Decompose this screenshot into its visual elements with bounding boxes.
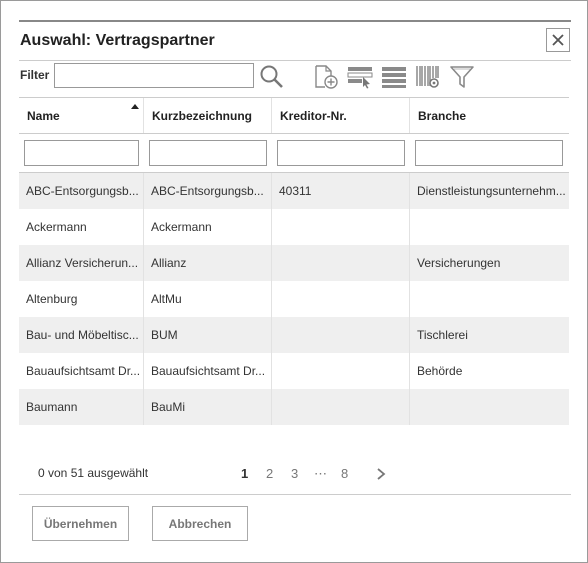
cell-kreditor-nr <box>272 281 410 317</box>
filter-icon <box>450 66 474 88</box>
search-icon <box>260 65 283 88</box>
column-filter-row <box>19 134 569 173</box>
chevron-right-icon <box>377 468 386 480</box>
filter-button[interactable] <box>448 63 476 91</box>
column-header-kreditor-nr[interactable]: Kreditor-Nr. <box>272 98 410 133</box>
dialog-title: Auswahl: Vertragspartner <box>20 32 215 49</box>
selection-status: 0 von 51 ausgewählt <box>38 466 149 480</box>
filter-input[interactable] <box>54 63 254 88</box>
cell-name: Altenburg <box>19 281 144 317</box>
column-filter-name[interactable] <box>24 140 139 166</box>
page-ellipsis[interactable]: ⋯ <box>314 466 327 482</box>
cell-branche: Versicherungen <box>417 256 501 270</box>
cell-name: Allianz Versicherun... <box>19 245 144 281</box>
column-filter-cell <box>410 140 569 166</box>
column-filter-kurzbezeichnung[interactable] <box>149 140 267 166</box>
page-link-8[interactable]: 8 <box>341 466 348 481</box>
cell-kreditor-nr <box>272 245 410 281</box>
cell-branche: Dienstleistungsunternehm... <box>417 184 566 198</box>
table-row[interactable]: Bauaufsichtsamt Dr... Bauaufsichtsamt Dr… <box>19 353 569 389</box>
close-button[interactable] <box>546 28 570 52</box>
page-link-2[interactable]: 2 <box>266 466 273 481</box>
column-filter-cell <box>19 140 144 166</box>
list-view-icon <box>382 67 406 88</box>
cell-branche: Tischlerei <box>417 328 468 342</box>
add-document-icon <box>315 65 338 89</box>
table-row[interactable]: Altenburg AltMu <box>19 281 569 317</box>
partner-table: Name Kurzbezeichnung Kreditor-Nr. Branch… <box>19 97 569 425</box>
cell-branche <box>410 389 569 425</box>
column-header-kurzbezeichnung[interactable]: Kurzbezeichnung <box>144 98 272 133</box>
cell-kreditor-nr: 40311 <box>272 173 410 209</box>
add-button[interactable] <box>311 63 341 91</box>
cell-branche: Behörde <box>417 364 463 378</box>
select-rows-button[interactable] <box>346 63 374 91</box>
cell-kurzbezeichnung: AltMu <box>144 281 272 317</box>
cell-branche <box>410 209 569 245</box>
table-row[interactable]: Allianz Versicherun... Allianz Versicher… <box>19 245 569 281</box>
cell-kreditor-nr <box>272 209 410 245</box>
list-view-button[interactable] <box>380 63 408 91</box>
filter-label: Filter <box>20 68 50 82</box>
select-rows-icon <box>347 67 373 89</box>
table-row[interactable]: Ackermann Ackermann <box>19 209 569 245</box>
cell-kreditor-nr <box>272 389 410 425</box>
column-filter-branche[interactable] <box>415 140 563 166</box>
cell-name: ABC-Entsorgungsb... <box>19 173 144 209</box>
cell-name: Bauaufsichtsamt Dr... <box>19 353 144 389</box>
cancel-button[interactable]: Abbrechen <box>152 506 248 541</box>
column-filter-cell <box>144 140 272 166</box>
cell-name: Ackermann <box>19 209 144 245</box>
cell-kurzbezeichnung: BauMi <box>144 389 272 425</box>
cell-kurzbezeichnung: BUM <box>144 317 272 353</box>
sort-ascending-icon <box>131 104 139 109</box>
column-settings-button[interactable] <box>414 63 442 91</box>
page-link-3[interactable]: 3 <box>291 466 298 481</box>
next-page-button[interactable] <box>375 467 387 486</box>
cell-kurzbezeichnung: ABC-Entsorgungsb... <box>144 173 272 209</box>
table-header: Name Kurzbezeichnung Kreditor-Nr. Branch… <box>19 97 569 134</box>
page-link-1[interactable]: 1 <box>241 466 248 481</box>
column-header-branche[interactable]: Branche <box>410 98 569 133</box>
cell-kurzbezeichnung: Allianz <box>144 245 272 281</box>
table-row[interactable]: Baumann BauMi <box>19 389 569 425</box>
barcode-settings-icon <box>416 66 439 88</box>
header-divider <box>19 60 571 61</box>
cell-name: Bau- und Möbeltisc... <box>19 317 144 353</box>
table-row[interactable]: Bau- und Möbeltisc... BUM Tischlerei <box>19 317 569 353</box>
cell-kreditor-nr <box>272 353 410 389</box>
search-button[interactable] <box>257 63 287 91</box>
accept-button[interactable]: Übernehmen <box>32 506 129 541</box>
table-row[interactable]: ABC-Entsorgungsb... ABC-Entsorgungsb... … <box>19 173 569 209</box>
cell-kurzbezeichnung: Ackermann <box>144 209 272 245</box>
column-header-name[interactable]: Name <box>19 98 144 133</box>
column-filter-cell <box>272 140 410 166</box>
close-icon <box>552 34 564 46</box>
column-filter-kreditor-nr[interactable] <box>277 140 405 166</box>
title-divider <box>19 20 571 22</box>
cell-kurzbezeichnung: Bauaufsichtsamt Dr... <box>144 353 272 389</box>
cell-branche <box>410 281 569 317</box>
selection-dialog: Auswahl: Vertragspartner Filter Name Kur… <box>0 0 588 563</box>
cell-name: Baumann <box>19 389 144 425</box>
cell-kreditor-nr <box>272 317 410 353</box>
footer-divider <box>19 494 571 495</box>
